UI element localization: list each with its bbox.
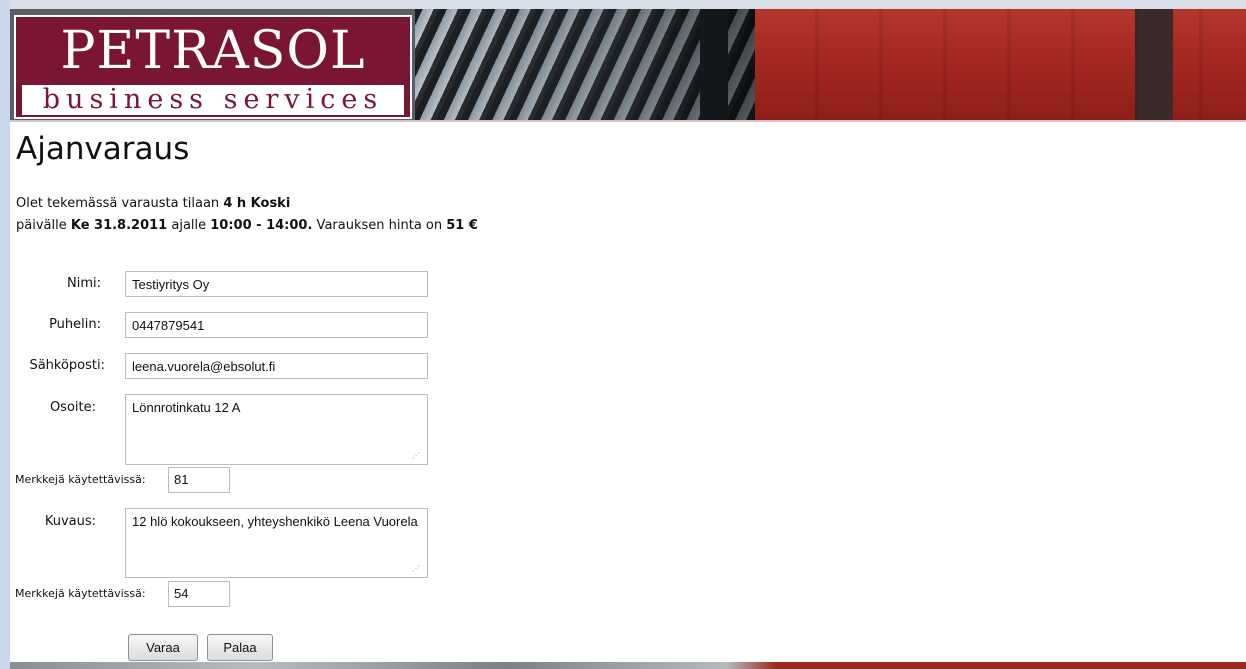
- summary-time: 10:00 - 14:00.: [210, 218, 313, 233]
- phone-input[interactable]: [125, 312, 428, 338]
- logo-wordmark: PETRASOL: [60, 21, 366, 81]
- address-counter-value: 81: [168, 467, 230, 493]
- address-label: Osoite:: [49, 400, 96, 415]
- banner-photo-red-wall: [755, 9, 1246, 121]
- resize-grip-icon[interactable]: ⋰: [412, 565, 420, 573]
- window-top-strip: [0, 0, 1246, 9]
- petrasol-logo[interactable]: PETRASOL business services: [14, 15, 412, 119]
- banner-divider: [10, 120, 1246, 122]
- summary-room-prefix: Olet tekemässä varausta tilaan: [16, 196, 224, 211]
- summary-room: 4 h Koski: [223, 196, 291, 211]
- reserve-button[interactable]: Varaa: [128, 634, 198, 661]
- summary-time-prefix: ajalle: [167, 218, 211, 233]
- footer-image-strip: [10, 662, 1246, 669]
- resize-grip-icon[interactable]: ⋰: [412, 452, 420, 460]
- address-counter-label: Merkkejä käytettävissä:: [15, 473, 146, 486]
- summary-price-prefix: Varauksen hinta on: [312, 218, 447, 233]
- description-textarea[interactable]: 12 hlö kokoukseen, yhteyshenkikö Leena V…: [125, 508, 428, 578]
- description-counter-label: Merkkejä käytettävissä:: [15, 587, 146, 600]
- description-counter-value: 54: [168, 581, 230, 607]
- summary-date-prefix: päivälle: [16, 218, 71, 233]
- booking-summary: Olet tekemässä varausta tilaan 4 h Koski…: [16, 193, 478, 237]
- summary-date: Ke 31.8.2011: [70, 218, 168, 233]
- page-title: Ajanvaraus: [16, 131, 190, 167]
- name-input[interactable]: [125, 271, 428, 297]
- summary-price: 51 €: [446, 218, 478, 233]
- email-label: Sähköposti:: [29, 358, 105, 373]
- summary-line-room: Olet tekemässä varausta tilaan 4 h Koski: [16, 193, 478, 215]
- name-label: Nimi:: [67, 276, 101, 291]
- phone-label: Puhelin:: [49, 317, 101, 332]
- address-textarea[interactable]: Lönnrotinkatu 12 A: [125, 394, 428, 465]
- description-label: Kuvaus:: [44, 514, 96, 529]
- banner-photo-post: [700, 9, 728, 121]
- back-button[interactable]: Palaa: [207, 634, 273, 661]
- left-rail: [0, 0, 10, 669]
- email-input[interactable]: [125, 353, 428, 379]
- logo-tagline: business services: [22, 85, 404, 115]
- summary-line-date: päivälle Ke 31.8.2011 ajalle 10:00 - 14:…: [16, 215, 478, 237]
- header-banner: PETRASOL business services: [10, 9, 1246, 121]
